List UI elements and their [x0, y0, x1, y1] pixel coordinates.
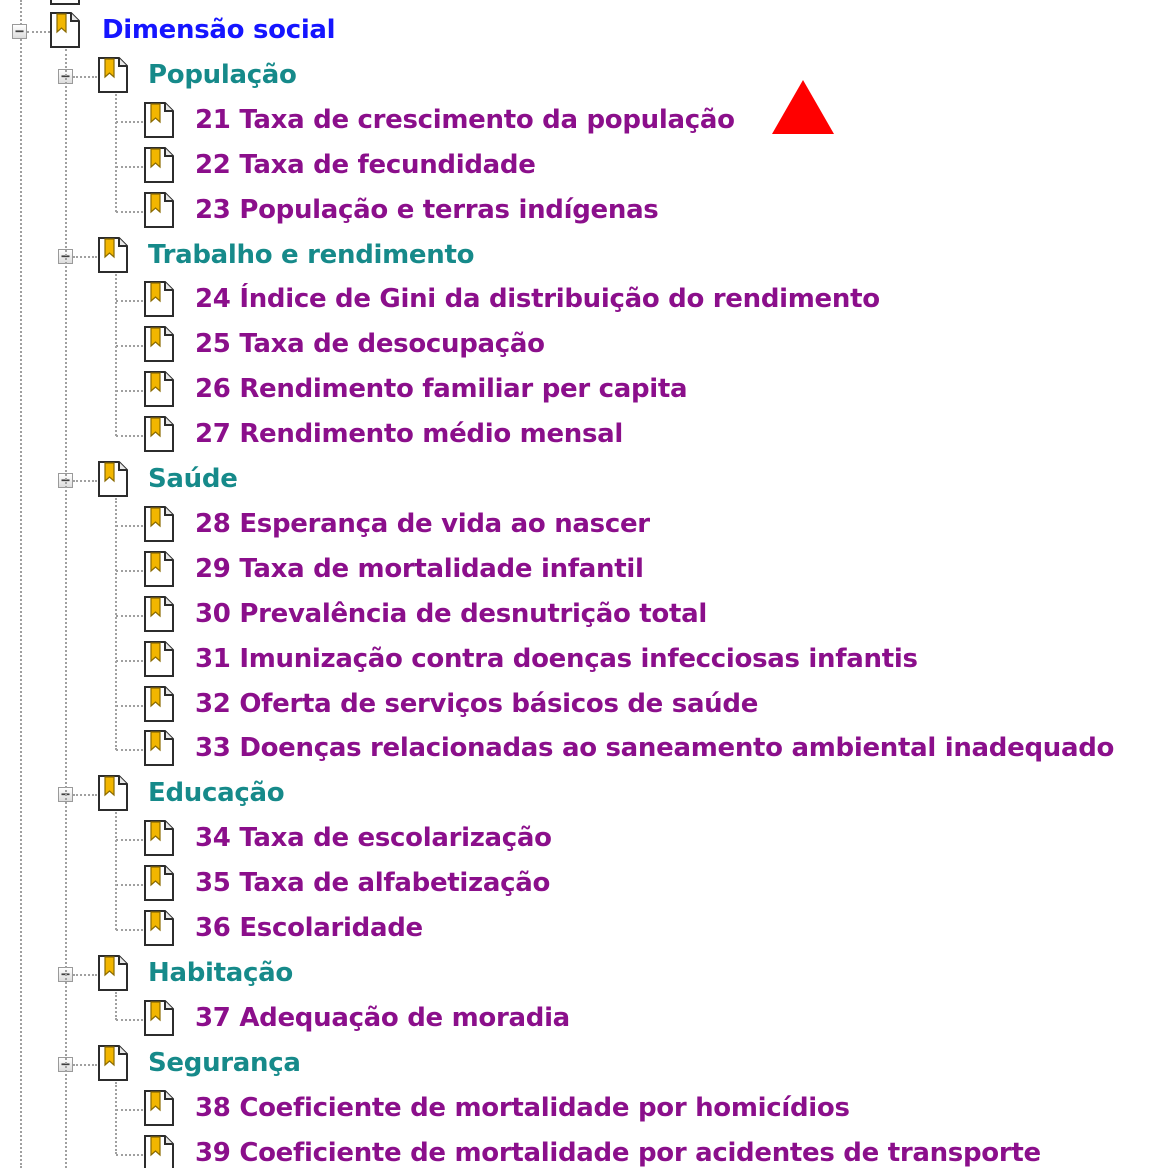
- tree-connector: [116, 749, 143, 752]
- tree-node-item[interactable]: 37 Adequação de moradia: [195, 1001, 570, 1035]
- tree-node-item[interactable]: 31 Imunização contra doenças infecciosas…: [195, 642, 918, 676]
- bookmark-icon: [142, 325, 176, 363]
- tree-connector: [116, 120, 143, 123]
- bookmark-icon: [142, 146, 176, 184]
- bookmark-icon: [142, 101, 176, 139]
- tree-node-item[interactable]: 29 Taxa de mortalidade infantil: [195, 552, 644, 586]
- bookmark-icon: [142, 595, 176, 633]
- tree-connector: [20, 0, 22, 1168]
- expand-toggle[interactable]: [12, 24, 27, 39]
- bookmark-icon: [96, 460, 130, 498]
- bookmark-icon: [142, 864, 176, 902]
- tree-node-item[interactable]: 33 Doenças relacionadas ao saneamento am…: [195, 731, 1114, 765]
- tree-connector: [115, 93, 117, 212]
- tree-connector: [27, 31, 50, 33]
- tree-connector: [73, 1063, 97, 1066]
- tree-connector: [116, 165, 143, 168]
- tree-connector: [73, 75, 97, 78]
- bookmark-icon: [142, 729, 176, 767]
- tree-connector: [115, 991, 117, 1020]
- bookmark-icon: [142, 191, 176, 229]
- bookmark-icon: [142, 1089, 176, 1127]
- tree-node-dimensao-social[interactable]: Dimensão social: [102, 13, 336, 47]
- tree-node-item[interactable]: 34 Taxa de escolarização: [195, 821, 552, 855]
- tree-connector: [73, 794, 97, 797]
- tree-node-section[interactable]: Saúde: [148, 462, 238, 496]
- tree-node-section[interactable]: Educação: [148, 776, 285, 810]
- bookmark-icon: [142, 280, 176, 318]
- tree-connector: [65, 49, 67, 1168]
- tree-connector: [73, 973, 97, 976]
- tree-connector: [116, 345, 143, 348]
- tree-node-item[interactable]: 22 Taxa de fecundidade: [195, 148, 536, 182]
- tree-node-item[interactable]: 35 Taxa de alfabetização: [195, 866, 550, 900]
- tree-node-section[interactable]: Habitação: [148, 956, 293, 990]
- bookmark-icon: [142, 640, 176, 678]
- tree-node-item[interactable]: 23 População e terras indígenas: [195, 193, 659, 227]
- bookmark-icon: [96, 56, 130, 94]
- tree-node-section[interactable]: Trabalho e rendimento: [148, 238, 474, 272]
- tree-connector: [73, 480, 97, 482]
- tree-node-item[interactable]: 27 Rendimento médio mensal: [195, 417, 623, 451]
- tree-connector: [116, 524, 143, 527]
- bookmark-icon: [96, 236, 130, 274]
- tree-node-item[interactable]: 39 Coeficiente de mortalidade por aciden…: [195, 1136, 1041, 1168]
- tree-connector: [115, 273, 117, 437]
- tree-node-item[interactable]: 36 Escolaridade: [195, 911, 423, 945]
- tree-connector: [115, 498, 117, 751]
- bookmark-icon: [142, 819, 176, 857]
- tree-connector: [116, 929, 143, 931]
- red-triangle-marker: [772, 80, 834, 134]
- tree-connector: [73, 255, 97, 258]
- tree-node-section[interactable]: População: [148, 58, 297, 92]
- tree-node-item[interactable]: 24 Índice de Gini da distribuição do ren…: [195, 282, 880, 316]
- tree-connector: [116, 569, 143, 572]
- bookmark-tree: Dimensão social População 21 Taxa de cresc…: [0, 0, 1166, 1168]
- tree-connector: [116, 1108, 143, 1111]
- bookmark-icon: [96, 954, 130, 992]
- tree-node-item[interactable]: 38 Coeficiente de mortalidade por homicí…: [195, 1091, 850, 1125]
- tree-connector: [115, 812, 117, 930]
- tree-node-item[interactable]: 26 Rendimento familiar per capita: [195, 372, 688, 406]
- bookmark-icon: [142, 505, 176, 543]
- tree-connector: [116, 1153, 143, 1156]
- bookmark-icon: [142, 685, 176, 723]
- tree-node-item[interactable]: 28 Esperança de vida ao nascer: [195, 507, 650, 541]
- tree-connector: [116, 435, 143, 438]
- bookmark-icon: [142, 1134, 176, 1168]
- tree-connector: [116, 614, 143, 617]
- tree-node-section[interactable]: Segurança: [148, 1046, 301, 1080]
- bookmark-icon: [96, 774, 130, 812]
- bookmark-icon: [142, 999, 176, 1037]
- bookmark-icon: [96, 1044, 130, 1082]
- bookmark-icon: [48, 11, 82, 49]
- tree-connector: [116, 839, 143, 842]
- tree-connector: [116, 300, 143, 303]
- tree-connector: [115, 1081, 117, 1155]
- tree-connector: [116, 704, 143, 707]
- bookmark-icon: [142, 909, 176, 947]
- tree-connector: [116, 390, 143, 393]
- bookmark-icon: [142, 415, 176, 453]
- tree-node-item[interactable]: 21 Taxa de crescimento da população: [195, 103, 735, 137]
- tree-connector: [116, 884, 143, 887]
- bookmark-icon: [142, 550, 176, 588]
- tree-node-item[interactable]: 32 Oferta de serviços básicos de saúde: [195, 687, 758, 721]
- bookmark-icon: [142, 370, 176, 408]
- tree-node-item[interactable]: 25 Taxa de desocupação: [195, 327, 545, 361]
- tree-connector: [116, 210, 143, 213]
- tree-connector: [116, 659, 143, 662]
- tree-connector: [116, 1018, 143, 1021]
- tree-node-item[interactable]: 30 Prevalência de desnutrição total: [195, 597, 707, 631]
- bookmark-icon: [48, 0, 82, 6]
